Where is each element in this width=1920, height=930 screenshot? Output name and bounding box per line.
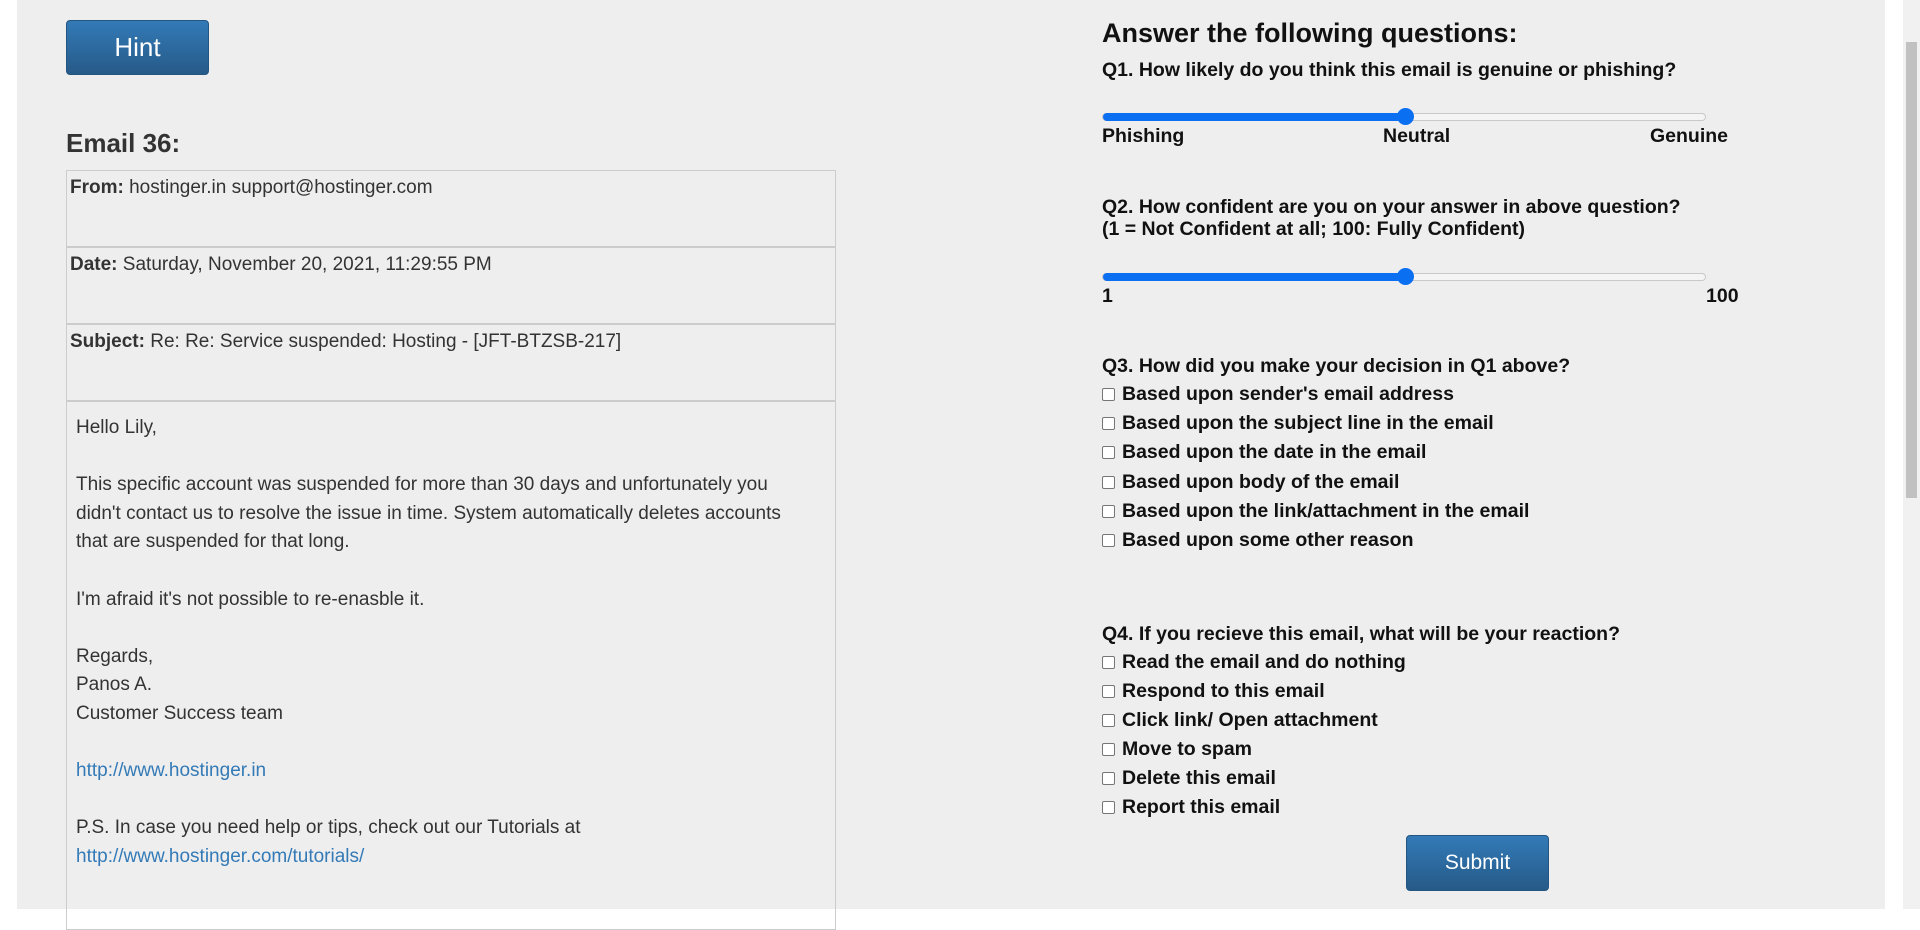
q1-slider-thumb[interactable] <box>1397 108 1414 125</box>
email-title: Email 36: <box>66 128 181 158</box>
q4-option-label: Report this email <box>1122 796 1281 818</box>
q3-option[interactable]: Based upon body of the email <box>1102 471 1399 494</box>
subject-label: Subject: <box>70 331 145 352</box>
q3-checkbox[interactable] <box>1102 475 1115 489</box>
q3-option-label: Based upon the subject line in the email <box>1122 412 1494 435</box>
q4-option[interactable]: Move to spam <box>1102 738 1252 761</box>
q4-option-label: Read the email and do nothing <box>1122 651 1406 673</box>
q2-slider[interactable] <box>1102 268 1706 285</box>
q4-checkbox[interactable] <box>1102 772 1115 785</box>
q4-option-label: Click link/ Open attachment <box>1122 709 1378 731</box>
q4-checkbox[interactable] <box>1102 656 1115 669</box>
q3-checkbox[interactable] <box>1102 417 1115 431</box>
q1-slider-fill <box>1103 113 1405 121</box>
q3-text: Q3. How did you make your decision in Q1… <box>1102 355 1571 377</box>
q4-checkbox[interactable] <box>1102 714 1115 727</box>
q4-option[interactable]: Read the email and do nothing <box>1102 651 1406 674</box>
q1-label-neutral: Neutral <box>1383 125 1451 147</box>
body-link-website[interactable]: http://www.hostinger.in <box>76 760 266 781</box>
q3-option[interactable]: Based upon the date in the email <box>1102 441 1426 464</box>
email-panel: From: hostinger.in support@hostinger.com… <box>66 170 836 930</box>
q3-option[interactable]: Based upon some other reason <box>1102 529 1413 552</box>
q3-option[interactable]: Based upon the subject line in the email <box>1102 412 1494 435</box>
date-value: Saturday, November 20, 2021, 11:29:55 PM <box>122 254 492 275</box>
q1-label-phishing: Phishing <box>1102 125 1185 147</box>
q3-option-label: Based upon body of the email <box>1122 470 1400 493</box>
q2-text-line2: (1 = Not Confident at all; 100: Fully Co… <box>1102 218 1526 240</box>
email-subject-row: Subject: Re: Re: Service suspended: Host… <box>67 325 835 402</box>
q3-option[interactable]: Based upon the link/attachment in the em… <box>1102 500 1529 523</box>
subject-value: Re: Re: Service suspended: Hosting - [JF… <box>150 331 622 352</box>
q1-label-genuine: Genuine <box>1650 125 1729 147</box>
email-date-row: Date: Saturday, November 20, 2021, 11:29… <box>67 248 835 325</box>
q4-option-label: Respond to this email <box>1122 680 1325 702</box>
email-body: Hello Lily, This specific account was su… <box>67 402 835 884</box>
body-regards: Regards, <box>76 645 154 667</box>
questions-heading: Answer the following questions: <box>1102 18 1518 48</box>
q2-text-line1: Q2. How confident are you on your answer… <box>1102 196 1681 218</box>
q2-slider-fill <box>1103 273 1405 281</box>
from-label: From: <box>70 177 124 198</box>
q2-slider-thumb[interactable] <box>1397 268 1414 285</box>
q4-option[interactable]: Report this email <box>1102 796 1280 819</box>
q3-checkbox[interactable] <box>1102 534 1115 547</box>
q4-option[interactable]: Delete this email <box>1102 767 1276 790</box>
submit-button[interactable]: Submit <box>1406 835 1549 891</box>
body-signature-team: Customer Success team <box>76 702 283 724</box>
body-paragraph-line: that are suspended for that long. <box>76 531 350 553</box>
date-label: Date: <box>70 254 118 275</box>
q3-option-label: Based upon the date in the email <box>1122 441 1427 464</box>
body-paragraph-line: didn't contact us to resolve the issue i… <box>76 502 781 524</box>
q1-text: Q1. How likely do you think this email i… <box>1102 59 1677 81</box>
body-greeting: Hello Lily, <box>76 417 157 438</box>
q4-option[interactable]: Click link/ Open attachment <box>1102 709 1378 732</box>
q3-checkbox[interactable] <box>1102 388 1115 401</box>
q3-option[interactable]: Based upon sender's email address <box>1102 383 1454 406</box>
q1-slider[interactable] <box>1102 108 1706 125</box>
q4-option-label: Delete this email <box>1122 767 1276 789</box>
q2-label-max: 100 <box>1706 285 1739 307</box>
q2-label-min: 1 <box>1102 285 1113 307</box>
body-link-tutorials[interactable]: http://www.hostinger.com/tutorials/ <box>76 846 364 867</box>
q4-checkbox[interactable] <box>1102 801 1115 814</box>
q4-checkbox[interactable] <box>1102 685 1115 698</box>
q3-option-label: Based upon the link/attachment in the em… <box>1122 499 1530 522</box>
q3-checkbox[interactable] <box>1102 504 1115 518</box>
q4-option-label: Move to spam <box>1122 738 1253 760</box>
q3-checkbox[interactable] <box>1102 446 1115 460</box>
from-value: hostinger.in support@hostinger.com <box>129 177 433 198</box>
q4-text: Q4. If you recieve this email, what will… <box>1102 623 1620 645</box>
q3-option-label: Based upon some other reason <box>1122 529 1414 551</box>
scrollbar-thumb[interactable] <box>1906 42 1917 498</box>
hint-button[interactable]: Hint <box>66 20 209 75</box>
body-ps: P.S. In case you need help or tips, chec… <box>76 817 581 839</box>
q4-option[interactable]: Respond to this email <box>1102 680 1325 703</box>
email-from-row: From: hostinger.in support@hostinger.com <box>67 171 835 248</box>
body-paragraph-line: This specific account was suspended for … <box>76 474 768 496</box>
body-signature-name: Panos A. <box>76 674 153 696</box>
body-paragraph: I'm afraid it's not possible to re-enasb… <box>76 588 425 610</box>
q4-checkbox[interactable] <box>1102 743 1115 756</box>
q3-option-label: Based upon sender's email address <box>1122 383 1454 405</box>
